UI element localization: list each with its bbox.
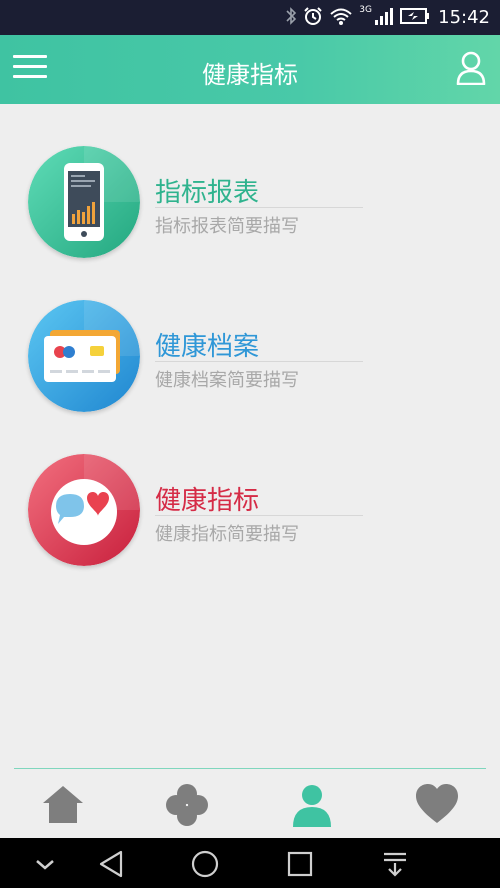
home-icon[interactable] xyxy=(41,783,85,827)
system-nav-bar xyxy=(0,838,500,888)
list-item-indicator-report[interactable]: 指标报表 指标报表简要描写 xyxy=(28,146,368,258)
item-desc: 健康档案简要描写 xyxy=(155,370,299,391)
person-icon[interactable] xyxy=(290,783,334,827)
status-icons: 3G xyxy=(285,5,430,26)
user-icon[interactable] xyxy=(456,51,486,85)
item-divider xyxy=(155,515,363,516)
chevron-down-icon[interactable] xyxy=(30,849,60,879)
bottom-tabbar xyxy=(0,769,500,838)
heart-icon[interactable] xyxy=(415,783,459,827)
wifi-icon xyxy=(330,8,352,25)
page-title: 健康指标 xyxy=(202,61,298,89)
status-bar: 3G 15:42 xyxy=(0,0,500,35)
item-title: 健康指标 xyxy=(155,486,260,516)
chat-heart-icon xyxy=(28,454,140,566)
battery-icon xyxy=(400,8,429,24)
card-icon xyxy=(28,300,140,412)
signal-icon xyxy=(375,8,393,25)
recents-icon[interactable] xyxy=(285,849,315,879)
back-icon[interactable] xyxy=(97,849,127,879)
phone-chart-icon xyxy=(28,146,140,258)
list-item-health-indicators[interactable]: 健康指标 健康指标简要描写 xyxy=(28,454,368,566)
notification-pull-icon[interactable] xyxy=(380,849,410,879)
item-desc: 健康指标简要描写 xyxy=(155,524,299,545)
item-divider xyxy=(155,207,363,208)
clover-icon[interactable] xyxy=(165,783,209,827)
list-item-health-records[interactable]: 健康档案 健康档案简要描写 xyxy=(28,300,368,412)
home-circle-icon[interactable] xyxy=(190,849,220,879)
status-time: 15:42 xyxy=(438,7,490,28)
item-desc: 指标报表简要描写 xyxy=(155,216,299,237)
network-type: 3G xyxy=(359,5,372,15)
item-divider xyxy=(155,361,363,362)
item-title: 指标报表 xyxy=(155,178,260,208)
app-header: 健康指标 xyxy=(0,35,500,104)
alarm-icon xyxy=(304,7,323,25)
item-title: 健康档案 xyxy=(155,332,260,362)
bluetooth-icon xyxy=(286,7,297,25)
